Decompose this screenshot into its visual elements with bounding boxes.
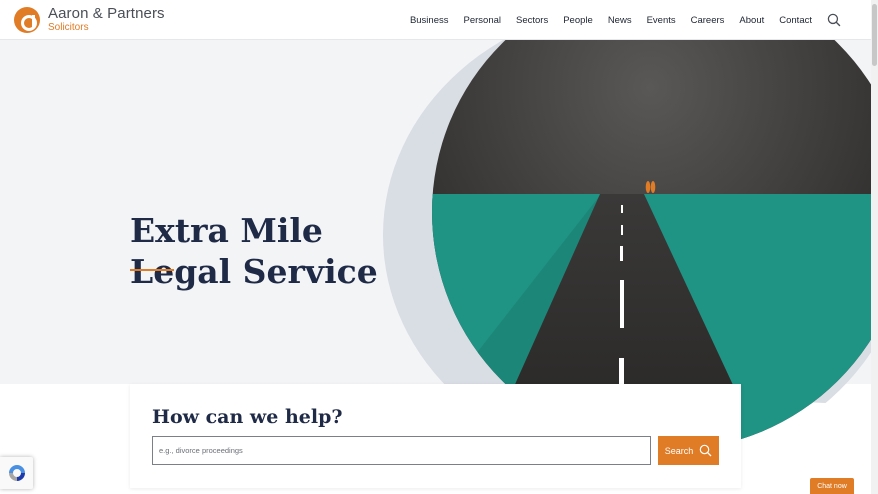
hero-figure-1	[645, 181, 651, 193]
nav-business[interactable]: Business	[410, 15, 449, 26]
nav-personal[interactable]: Personal	[464, 15, 502, 26]
site-header: Aaron & Partners Solicitors Business Per…	[0, 0, 871, 40]
hero-headline: Extra Mile Legal Service	[130, 210, 378, 292]
hero-figure-2	[650, 181, 656, 193]
recaptcha-icon	[8, 465, 25, 481]
help-search-input[interactable]	[152, 436, 651, 465]
logo-mark-icon	[14, 6, 40, 33]
recaptcha-badge[interactable]	[0, 457, 33, 489]
scrollbar-thumb[interactable]	[872, 4, 877, 66]
help-search-card: How can we help? Search	[130, 384, 741, 488]
road-marking-1	[621, 205, 623, 213]
road-marking-4	[620, 280, 624, 328]
nav-careers[interactable]: Careers	[691, 15, 725, 26]
nav-news[interactable]: News	[608, 15, 632, 26]
search-icon[interactable]	[827, 13, 841, 27]
road-marking-3	[620, 246, 623, 261]
help-title: How can we help?	[152, 406, 343, 428]
nav-sectors[interactable]: Sectors	[516, 15, 548, 26]
logo-text: Aaron & Partners Solicitors	[48, 6, 165, 33]
logo-sub: Solicitors	[48, 22, 89, 33]
nav-about[interactable]: About	[739, 15, 764, 26]
nav-people[interactable]: People	[563, 15, 593, 26]
hero-headline-line2: Legal Service	[130, 252, 378, 291]
main-nav: Business Personal Sectors People News Ev…	[410, 13, 841, 27]
road-marking-2	[621, 225, 623, 235]
help-search-button[interactable]: Search	[658, 436, 719, 465]
help-search-button-label: Search	[664, 445, 694, 456]
chat-now-button[interactable]: Chat now	[810, 478, 854, 494]
hero-headline-line1: Extra Mile	[130, 211, 323, 250]
nav-events[interactable]: Events	[647, 15, 676, 26]
logo[interactable]: Aaron & Partners Solicitors	[14, 6, 165, 33]
nav-contact[interactable]: Contact	[779, 15, 812, 26]
scrollbar[interactable]	[871, 0, 878, 494]
logo-name: Aaron & Partners	[48, 5, 165, 22]
headline-divider	[130, 269, 174, 271]
search-icon	[699, 444, 712, 457]
